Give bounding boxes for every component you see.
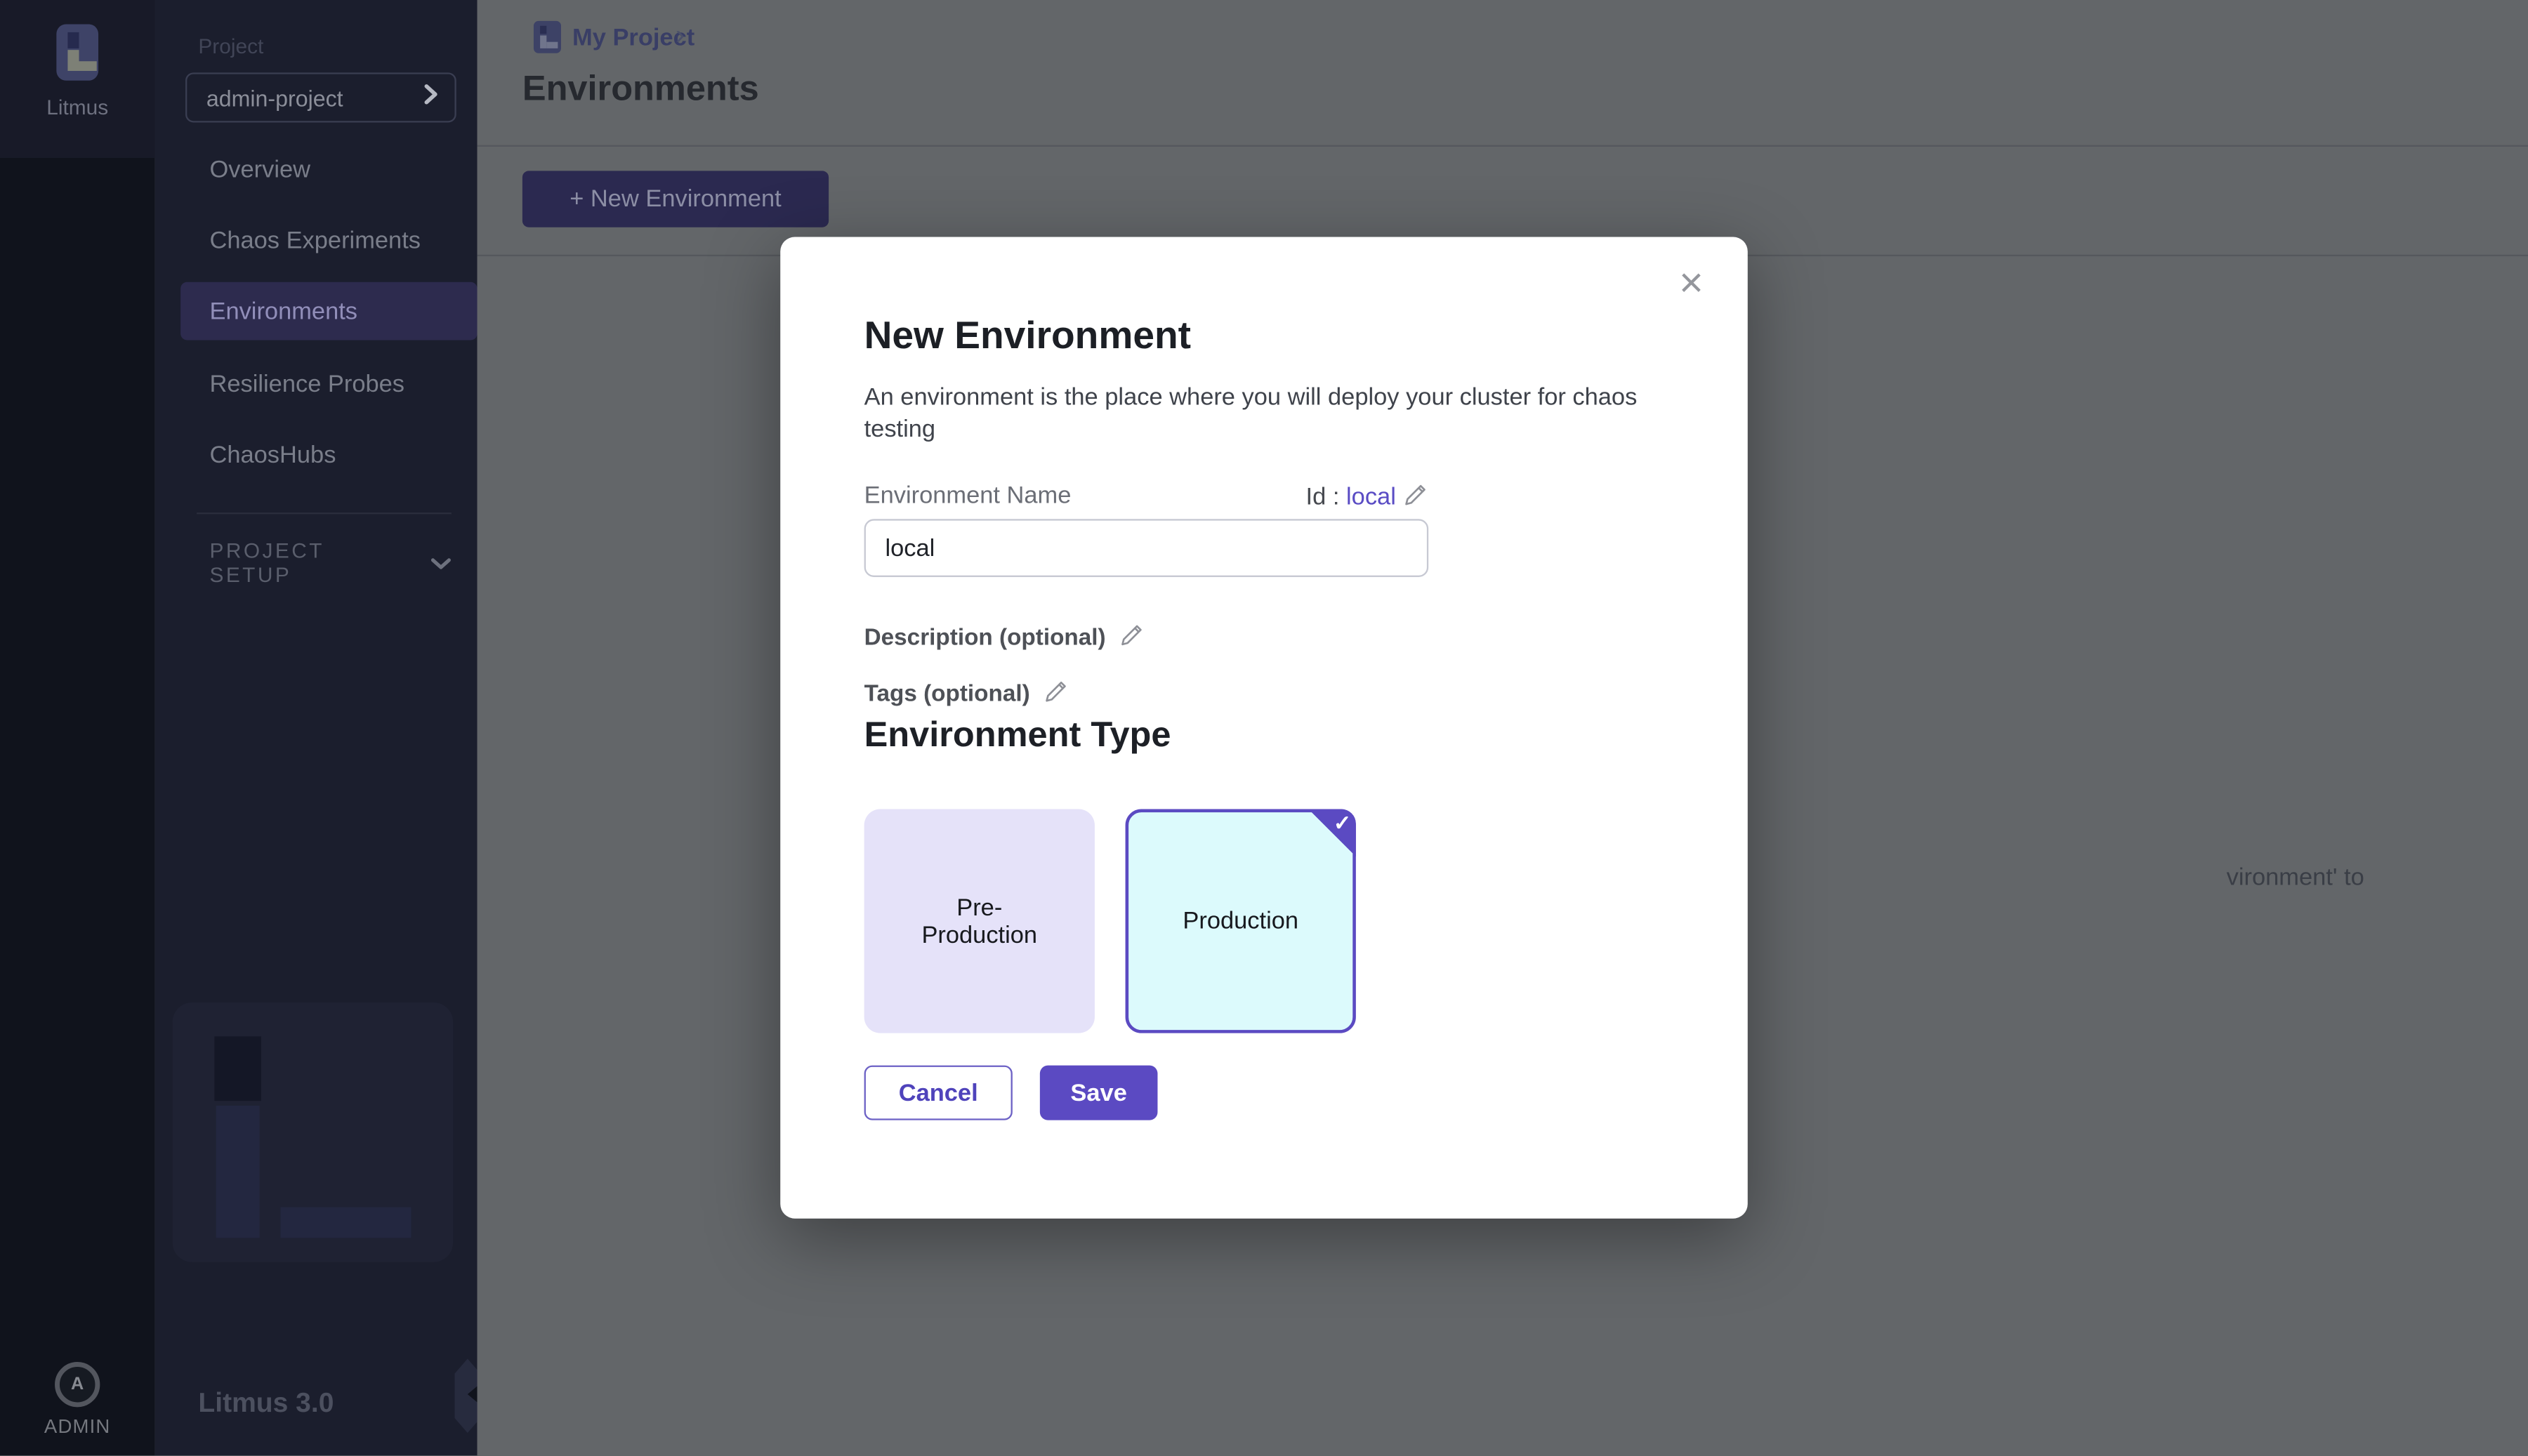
modal-description: An environment is the place where you wi… — [864, 382, 1667, 446]
app: Litmus A ADMIN Project admin-project Ove… — [0, 0, 2528, 1455]
project-setup-label: PROJECT SETUP — [209, 538, 407, 587]
user-role-label: ADMIN — [0, 1415, 154, 1438]
rail-logo-block[interactable]: Litmus — [0, 0, 154, 158]
env-type-card-production[interactable]: Production ✓ — [1126, 809, 1356, 1033]
screen: Litmus A ADMIN Project admin-project Ove… — [0, 0, 2528, 1456]
litmus-logo-icon — [56, 24, 98, 80]
env-type-card-label: Pre-Production — [912, 894, 1046, 948]
tags-optional-label: Tags (optional) — [864, 682, 1030, 708]
cancel-button[interactable]: Cancel — [864, 1066, 1013, 1120]
sidebar-nav: Project admin-project Overview Chaos Exp… — [154, 0, 477, 1455]
env-type-card-label: Production — [1183, 908, 1298, 935]
breadcrumb-caret-icon: › — [676, 20, 685, 52]
description-optional-row: Description (optional) — [864, 622, 1145, 654]
new-environment-modal: × New Environment An environment is the … — [780, 237, 1748, 1218]
chevron-right-icon — [424, 83, 439, 112]
icon-rail: Litmus A ADMIN — [0, 0, 154, 1455]
app-version: Litmus 3.0 — [198, 1388, 334, 1420]
environment-id-row: Id : local — [864, 482, 1429, 514]
sidebar-item-label: Overview — [209, 156, 310, 183]
sidebar-divider — [197, 512, 452, 514]
litmus-logo-hbar — [79, 61, 96, 71]
close-icon[interactable]: × — [1664, 253, 1718, 307]
watermark-vbar — [216, 1106, 260, 1238]
project-section-label: Project — [198, 34, 263, 58]
breadcrumb-icon-dot — [540, 26, 546, 34]
litmus-logo-vbar — [67, 50, 79, 71]
breadcrumb-icon-hbar — [546, 42, 558, 48]
check-icon: ✓ — [1334, 811, 1351, 837]
project-setup-toggle[interactable]: PROJECT SETUP — [209, 538, 451, 587]
header-divider — [478, 145, 2528, 147]
litmus-watermark-logo — [173, 1002, 453, 1262]
id-value: local — [1346, 484, 1396, 511]
new-environment-button-label: + New Environment — [570, 185, 781, 213]
env-type-card-pre-production[interactable]: Pre-Production — [864, 809, 1095, 1033]
sidebar-item-label: Environments — [209, 298, 357, 325]
page-title: Environments — [522, 67, 759, 110]
avatar-initial: A — [71, 1375, 84, 1394]
chevron-down-icon — [430, 550, 452, 578]
sidebar-item-overview[interactable]: Overview — [154, 140, 477, 199]
new-environment-button[interactable]: + New Environment — [522, 171, 829, 227]
edit-tags-pencil-icon[interactable] — [1043, 679, 1069, 711]
sidebar-item-resilience-probes[interactable]: Resilience Probes — [154, 355, 477, 413]
empty-state-text-fragment: vironment' to — [2227, 864, 2364, 892]
collapse-arrow-icon — [459, 1386, 477, 1402]
save-button[interactable]: Save — [1040, 1066, 1158, 1120]
sidebar-item-chaos-experiments[interactable]: Chaos Experiments — [154, 211, 477, 270]
edit-description-pencil-icon[interactable] — [1119, 622, 1145, 654]
sidebar-item-environments[interactable]: Environments — [180, 282, 477, 340]
edit-id-pencil-icon[interactable] — [1402, 482, 1428, 514]
environment-type-heading: Environment Type — [864, 714, 1171, 756]
sidebar-item-chaoshubs[interactable]: ChaosHubs — [154, 425, 477, 484]
watermark-hbar — [280, 1207, 411, 1238]
breadcrumb-icon-vbar — [540, 36, 546, 48]
project-selector-value: admin-project — [206, 85, 424, 111]
cancel-button-label: Cancel — [899, 1079, 978, 1106]
tags-optional-row: Tags (optional) — [864, 679, 1069, 711]
selected-corner-badge: ✓ — [1308, 809, 1356, 858]
id-label: Id : — [1306, 484, 1340, 511]
litmus-logo-caption: Litmus — [0, 95, 154, 119]
sidebar-item-label: ChaosHubs — [209, 441, 336, 468]
description-optional-label: Description (optional) — [864, 626, 1106, 651]
watermark-dot — [214, 1036, 261, 1101]
breadcrumb-project-icon — [534, 21, 561, 53]
sidebar-item-label: Resilience Probes — [209, 370, 404, 397]
litmus-logo-dot — [67, 32, 79, 48]
user-avatar[interactable]: A — [55, 1362, 100, 1407]
environment-name-input[interactable] — [864, 519, 1429, 577]
modal-title: New Environment — [864, 315, 1191, 359]
save-button-label: Save — [1070, 1079, 1126, 1106]
sidebar-item-label: Chaos Experiments — [209, 227, 421, 254]
project-selector[interactable]: admin-project — [185, 72, 456, 122]
